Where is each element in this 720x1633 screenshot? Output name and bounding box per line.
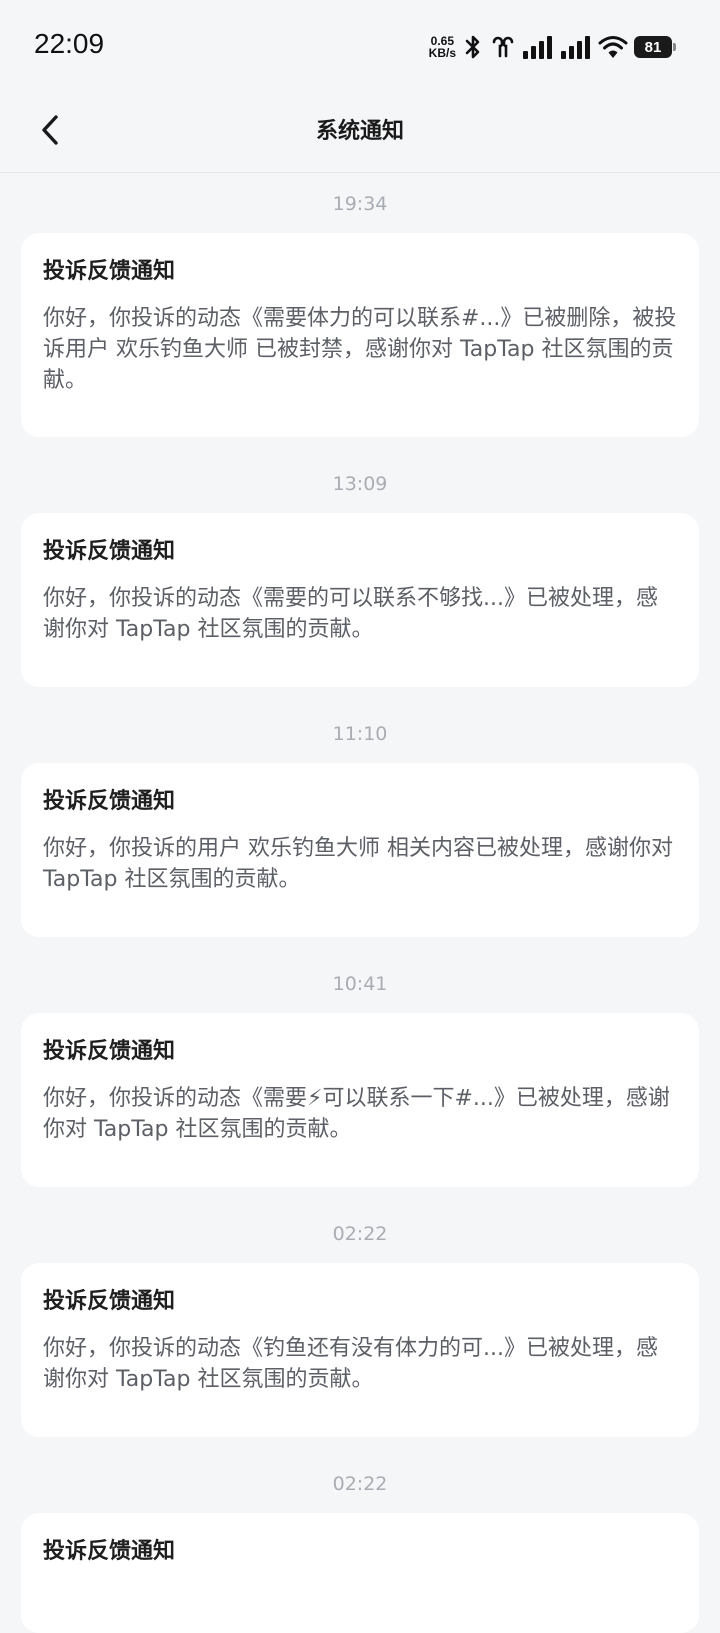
notification-body: 你好，你投诉的动态《需要的可以联系不够找...》已被处理，感谢你对 TapTap…: [43, 586, 658, 642]
notification-body: 你好，你投诉的动态《钓鱼还有没有体力的可...》已被处理，感谢你对 TapTap…: [43, 1336, 658, 1392]
notification-body: 你好，你投诉的动态《需要体力的可以联系#...》已被删除，被投诉用户 欢乐钓鱼大…: [43, 306, 677, 393]
notification-time: 10:41: [332, 973, 388, 995]
battery-level: 81: [634, 36, 672, 58]
status-time: 22:09: [34, 28, 105, 59]
network-speed-unit: KB/s: [428, 46, 456, 60]
page-title: 系统通知: [315, 119, 404, 144]
network-speed: 0.65 KB/s: [429, 35, 456, 59]
status-bar: 22:09 0.65 KB/s 81: [0, 0, 720, 92]
earbuds-icon: [490, 34, 516, 60]
notification-time: 19:34: [332, 193, 388, 215]
status-icons: 0.65 KB/s 81: [429, 30, 676, 64]
notification-card[interactable]: 投诉反馈通知 你好，你投诉的动态《钓鱼还有没有体力的可...》已被处理，感谢你对…: [21, 1263, 699, 1437]
nav-bar: 系统通知: [0, 92, 720, 173]
notification-card[interactable]: 投诉反馈通知 你好，你投诉的动态《需要的可以联系不够找...》已被处理，感谢你对…: [21, 513, 699, 687]
notification-group: 02:22 投诉反馈通知: [0, 1453, 720, 1633]
notification-time: 02:22: [332, 1223, 388, 1245]
notification-body: 你好，你投诉的用户 欢乐钓鱼大师 相关内容已被处理，感谢你对 TapTap 社区…: [43, 836, 673, 892]
notification-title: 投诉反馈通知: [43, 789, 176, 814]
notification-card[interactable]: 投诉反馈通知 你好，你投诉的动态《需要⚡可以联系一下#...》已被处理，感谢你对…: [21, 1013, 699, 1187]
notification-list[interactable]: 19:34 投诉反馈通知 你好，你投诉的动态《需要体力的可以联系#...》已被删…: [0, 173, 720, 1633]
notification-group: 19:34 投诉反馈通知 你好，你投诉的动态《需要体力的可以联系#...》已被删…: [0, 173, 720, 437]
notification-group: 13:09 投诉反馈通知 你好，你投诉的动态《需要的可以联系不够找...》已被处…: [0, 453, 720, 687]
notification-title: 投诉反馈通知: [43, 1039, 176, 1064]
notification-title: 投诉反馈通知: [43, 1289, 176, 1314]
cellular-signal-1-icon: [522, 34, 554, 60]
battery-icon: 81: [634, 36, 676, 58]
notification-group: 02:22 投诉反馈通知 你好，你投诉的动态《钓鱼还有没有体力的可...》已被处…: [0, 1203, 720, 1437]
notification-card[interactable]: 投诉反馈通知 你好，你投诉的用户 欢乐钓鱼大师 相关内容已被处理，感谢你对 Ta…: [21, 763, 699, 937]
notification-body: 你好，你投诉的动态《需要⚡可以联系一下#...》已被处理，感谢你对 TapTap…: [43, 1086, 670, 1142]
notification-title: 投诉反馈通知: [43, 1539, 176, 1564]
notification-time: 13:09: [332, 473, 388, 495]
notification-group: 10:41 投诉反馈通知 你好，你投诉的动态《需要⚡可以联系一下#...》已被处…: [0, 953, 720, 1187]
wifi-icon: [598, 34, 628, 60]
notification-title: 投诉反馈通知: [43, 539, 176, 564]
notification-time: 02:22: [332, 1473, 388, 1495]
notification-card[interactable]: 投诉反馈通知: [21, 1513, 699, 1633]
notification-time: 11:10: [332, 723, 388, 745]
notification-group: 11:10 投诉反馈通知 你好，你投诉的用户 欢乐钓鱼大师 相关内容已被处理，感…: [0, 703, 720, 937]
bluetooth-icon: [462, 34, 484, 60]
notification-title: 投诉反馈通知: [43, 259, 176, 284]
notification-card[interactable]: 投诉反馈通知 你好，你投诉的动态《需要体力的可以联系#...》已被删除，被投诉用…: [21, 233, 699, 437]
battery-cap: [673, 43, 676, 51]
cellular-signal-2-icon: [560, 34, 592, 60]
